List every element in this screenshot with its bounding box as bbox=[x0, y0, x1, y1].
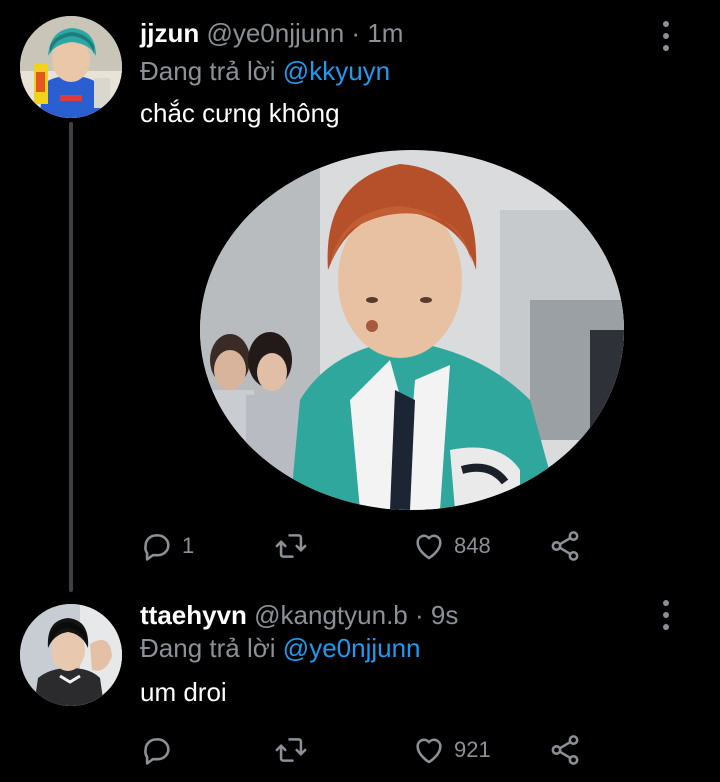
tweet-header: ttaehyvn @kangtyun.b · 9s bbox=[140, 600, 458, 631]
separator-dot: · bbox=[415, 600, 424, 630]
replying-prefix: Đang trả lời bbox=[140, 633, 276, 663]
replying-prefix: Đang trả lời bbox=[140, 56, 276, 86]
separator-dot: · bbox=[351, 18, 361, 48]
tweet-actions: 921 bbox=[0, 730, 720, 770]
share-icon bbox=[551, 735, 579, 765]
avatar[interactable] bbox=[20, 16, 122, 118]
share-icon bbox=[551, 531, 579, 561]
share-button[interactable] bbox=[548, 526, 582, 566]
timestamp[interactable]: 9s bbox=[431, 600, 458, 630]
mention-link[interactable]: @ye0njjunn bbox=[283, 633, 421, 663]
retweet-button[interactable] bbox=[274, 730, 316, 770]
avatar[interactable] bbox=[20, 604, 122, 706]
retweet-icon bbox=[275, 738, 307, 762]
like-button[interactable]: 848 bbox=[412, 526, 491, 566]
tweet-1[interactable]: jjzun @ye0njjunn · 1m Đang trả lời @kkyu… bbox=[0, 0, 720, 592]
user-handle[interactable]: @kangtyun.b bbox=[254, 600, 408, 630]
comment-bubble-icon bbox=[144, 738, 170, 765]
display-name[interactable]: ttaehyvn bbox=[140, 600, 247, 630]
more-vertical-icon[interactable] bbox=[656, 21, 676, 51]
tweet-text: chắc cưng không bbox=[140, 98, 340, 128]
tweet-2[interactable]: ttaehyvn @kangtyun.b · 9s Đang trả lời @… bbox=[0, 590, 720, 782]
like-count: 921 bbox=[454, 737, 491, 762]
thread-line bbox=[69, 122, 73, 592]
reply-button[interactable] bbox=[140, 730, 182, 770]
retweet-icon bbox=[275, 534, 307, 558]
heart-icon bbox=[416, 534, 442, 560]
mention-link[interactable]: @kkyuyn bbox=[283, 56, 390, 86]
comment-bubble-icon bbox=[144, 534, 170, 561]
replying-to-line: Đang trả lời @ye0njjunn bbox=[140, 633, 421, 664]
timestamp[interactable]: 1m bbox=[367, 18, 403, 48]
tweet-actions: 1 848 bbox=[0, 526, 720, 566]
tweet-text: um droi bbox=[140, 677, 227, 707]
retweet-button[interactable] bbox=[274, 526, 316, 566]
more-vertical-icon[interactable] bbox=[656, 600, 676, 630]
share-button[interactable] bbox=[548, 730, 582, 770]
like-count: 848 bbox=[454, 533, 491, 558]
reply-button[interactable]: 1 bbox=[140, 526, 194, 566]
tweet-header: jjzun @ye0njjunn · 1m bbox=[140, 18, 403, 49]
heart-icon bbox=[416, 738, 442, 764]
tweet-media-image[interactable] bbox=[200, 150, 624, 510]
user-handle[interactable]: @ye0njjunn bbox=[206, 18, 344, 48]
like-button[interactable]: 921 bbox=[412, 730, 491, 770]
reply-count: 1 bbox=[182, 533, 195, 558]
display-name[interactable]: jjzun bbox=[140, 18, 199, 48]
replying-to-line: Đang trả lời @kkyuyn bbox=[140, 56, 390, 87]
